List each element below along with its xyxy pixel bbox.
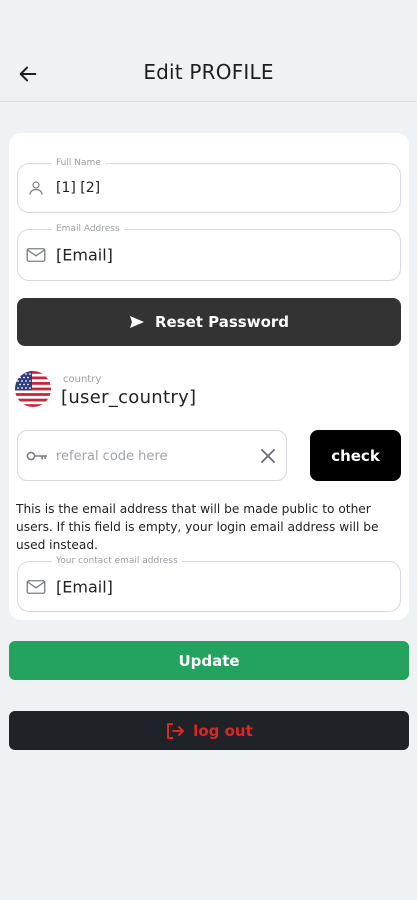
contact-email-field[interactable]: Your contact email address [Email] [17,555,401,612]
person-icon [26,178,46,198]
update-button[interactable]: Update [9,641,409,680]
email-value: [Email] [56,245,113,265]
logout-icon [167,722,185,739]
country-label: country [63,374,102,385]
contact-email-description: This is the email address that will be m… [16,502,379,552]
referral-code-field [17,430,287,481]
reset-password-label: Reset Password [154,313,290,331]
us-flag-icon [15,371,51,407]
email-field[interactable]: Email Address [Email] [17,223,401,281]
page-title: Edit PROFILE [143,60,274,84]
send-icon [129,316,144,328]
reset-password-button[interactable]: Reset Password [17,298,401,346]
mail-icon [26,245,46,265]
profile-form-card: Full Name [1] [2] Email Address [Email] … [9,133,409,620]
full-name-label: Full Name [52,157,105,169]
contact-email-label: Your contact email address [52,555,182,567]
logout-label: log out [193,721,253,740]
logout-button[interactable]: log out [9,711,409,750]
app-bar: Edit PROFILE [0,0,417,102]
country-value[interactable]: [user_country] [61,387,196,408]
email-label: Email Address [52,223,124,235]
check-button[interactable]: check [310,430,401,481]
key-icon [26,448,48,464]
mail-icon [26,577,46,597]
full-name-field[interactable]: Full Name [1] [2] [17,157,401,213]
referral-code-input[interactable] [56,443,246,469]
close-icon[interactable] [258,446,278,466]
contact-email-value: [Email] [56,577,113,596]
full-name-value: [1] [2] [56,180,101,196]
